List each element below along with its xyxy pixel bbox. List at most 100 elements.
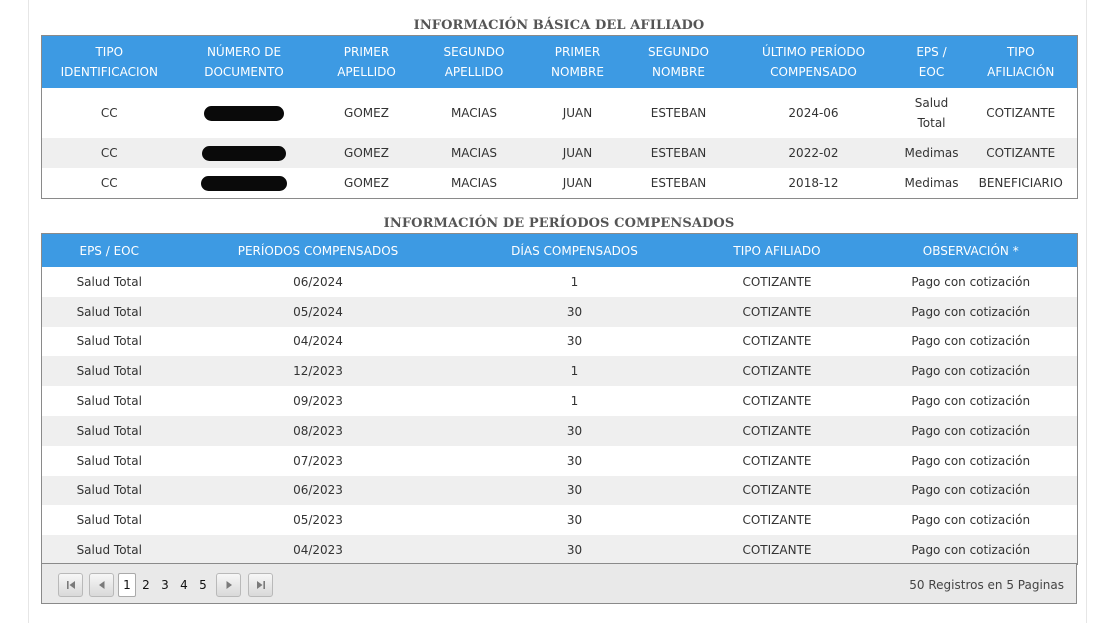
cell-segundo-nombre: ESTEBAN [628,88,729,138]
header-tipo-afiliado: TIPO AFILIADO [689,233,865,267]
cell-tipo-afiliado: COTIZANTE [689,356,865,387]
cell-tipo-afiliacion: COTIZANTE [964,88,1078,138]
last-page-button[interactable] [248,573,273,597]
cell-primer-apellido: GOMEZ [311,138,422,168]
cell-segundo-nombre: ESTEBAN [628,168,729,199]
table-row: Salud Total 07/2023 30 COTIZANTE Pago con co… [41,445,1078,476]
cell-observacion: Pago con cotización [864,267,1078,297]
cell-periodo: 08/2023 [176,415,460,446]
basic-info-row: CC GOMEZ MACIAS JUAN ESTEBAN 2024-06 Salud Tota… [41,88,1078,138]
header-primer-nombre: PRIMER NOMBRE [526,35,629,88]
cell-segundo-nombre: ESTEBAN [628,138,729,168]
cell-tipo-identificacion: CC [41,88,177,138]
table-row: Salud Total 05/2024 30 COTIZANTE Pago con co… [41,296,1078,327]
cell-eps: Salud Total [41,505,177,536]
cell-periodo: 09/2023 [176,386,460,416]
header-tipo-identificacion: TIPO IDENTIFICACION [41,35,177,88]
cell-observacion: Pago con cotización [864,356,1078,387]
cell-observacion: Pago con cotización [864,505,1078,536]
table-row: Salud Total 12/2023 1 COTIZANTE Pago con cot… [41,356,1078,387]
records-summary: 50 Registros en 5 Paginas [909,578,1064,592]
cell-periodo: 04/2023 [176,535,460,565]
cell-dias: 30 [459,475,690,506]
page-number-5[interactable]: 5 [194,573,212,597]
table-row: Salud Total 04/2023 30 COTIZANTE Pago con co… [41,535,1078,565]
cell-ultimo-periodo: 2018-12 [728,168,899,199]
cell-dias: 30 [459,296,690,327]
pagination-bar: 1 2 3 4 5 50 Registros en 5 Paginas [41,563,1077,604]
cell-periodo: 05/2024 [176,296,460,327]
cell-primer-apellido: GOMEZ [311,88,422,138]
cell-tipo-afiliado: COTIZANTE [689,296,865,327]
cell-eps: Salud Total [41,445,177,476]
cell-dias: 30 [459,505,690,536]
prev-page-button[interactable] [89,573,114,597]
cell-periodo: 12/2023 [176,356,460,387]
cell-tipo-identificacion: CC [41,168,177,199]
table-row: Salud Total 08/2023 30 COTIZANTE Pago con co… [41,415,1078,446]
cell-observacion: Pago con cotización [864,535,1078,565]
cell-periodo: 06/2024 [176,267,460,297]
cell-tipo-afiliacion: BENEFICIARIO [964,168,1078,199]
cell-periodo: 04/2024 [176,326,460,357]
cell-numero-documento [176,138,312,168]
header-periodos: PERÍODOS COMPENSADOS [176,233,460,267]
cell-tipo-afiliado: COTIZANTE [689,445,865,476]
header-segundo-apellido: SEGUNDO APELLIDO [421,35,527,88]
cell-eps-eoc: Salud Total [898,88,965,138]
cell-observacion: Pago con cotización [864,326,1078,357]
page-number-2[interactable]: 2 [137,573,155,597]
cell-segundo-apellido: MACIAS [421,88,527,138]
page-number-1[interactable]: 1 [118,573,136,597]
redacted-document-number [201,176,287,191]
table-row: Salud Total 04/2024 30 COTIZANTE Pago con co… [41,326,1078,357]
periods-header-row: EPS / EOC PERÍODOS COMPENSADOS DÍAS COMP… [41,233,1078,267]
cell-eps: Salud Total [41,386,177,416]
basic-info-header-row: TIPO IDENTIFICACION NÚMERO DE DOCUMENTO PR… [41,35,1078,88]
cell-tipo-afiliado: COTIZANTE [689,415,865,446]
cell-eps: Salud Total [41,296,177,327]
cell-observacion: Pago con cotización [864,386,1078,416]
cell-eps: Salud Total [41,356,177,387]
periods-title: INFORMACIÓN DE PERÍODOS COMPENSADOS [383,216,735,231]
next-page-icon [223,579,235,591]
header-primer-apellido: PRIMER APELLIDO [311,35,422,88]
cell-tipo-afiliado: COTIZANTE [689,505,865,536]
header-observacion: OBSERVACIÓN * [864,233,1078,267]
page-number-3[interactable]: 3 [156,573,174,597]
basic-info-row: CC GOMEZ MACIAS JUAN ESTEBAN 2018-12 Medimas BE… [41,168,1078,199]
redacted-document-number [202,146,286,161]
first-page-button[interactable] [58,573,83,597]
page-number-4[interactable]: 4 [175,573,193,597]
cell-eps: Salud Total [41,415,177,446]
cell-periodo: 05/2023 [176,505,460,536]
cell-primer-nombre: JUAN [526,138,629,168]
cell-numero-documento [176,88,312,138]
cell-eps: Salud Total [41,267,177,297]
cell-tipo-afiliado: COTIZANTE [689,386,865,416]
cell-periodo: 07/2023 [176,445,460,476]
redacted-document-number [204,106,284,121]
header-tipo-afiliacion: TIPO AFILIACIÓN [964,35,1078,88]
cell-eps-eoc: Medimas [898,168,965,199]
cell-dias: 30 [459,535,690,565]
prev-page-icon [96,579,108,591]
cell-observacion: Pago con cotización [864,475,1078,506]
cell-observacion: Pago con cotización [864,296,1078,327]
first-page-icon [65,579,77,591]
cell-tipo-afiliado: COTIZANTE [689,535,865,565]
cell-tipo-afiliado: COTIZANTE [689,267,865,297]
next-page-button[interactable] [216,573,241,597]
cell-periodo: 06/2023 [176,475,460,506]
cell-tipo-afiliado: COTIZANTE [689,475,865,506]
cell-tipo-afiliacion: COTIZANTE [964,138,1078,168]
cell-primer-nombre: JUAN [526,168,629,199]
table-row: Salud Total 09/2023 1 COTIZANTE Pago con cot… [41,386,1078,416]
basic-info-title: INFORMACIÓN BÁSICA DEL AFILIADO [413,18,705,33]
cell-eps-eoc: Medimas [898,138,965,168]
cell-tipo-afiliado: COTIZANTE [689,326,865,357]
header-dias: DÍAS COMPENSADOS [459,233,690,267]
cell-segundo-apellido: MACIAS [421,168,527,199]
cell-dias: 1 [459,386,690,416]
cell-eps: Salud Total [41,535,177,565]
